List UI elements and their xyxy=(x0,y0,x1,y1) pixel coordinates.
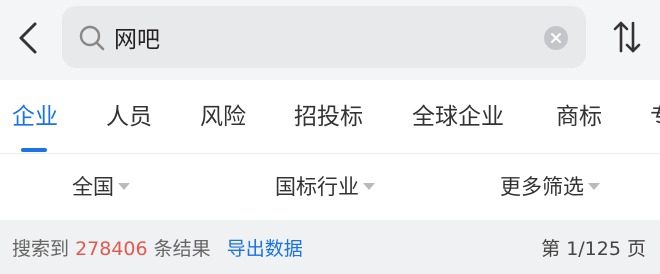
filter-industry[interactable]: 国标行业 xyxy=(275,154,375,220)
clear-search-button[interactable] xyxy=(544,26,568,50)
filter-region[interactable]: 全国 xyxy=(72,154,130,220)
chevron-left-icon xyxy=(19,22,37,54)
tab-patent-partial[interactable]: 专 xyxy=(650,80,660,153)
filter-region-label: 全国 xyxy=(72,175,114,199)
filter-bar: 全国 国标行业 更多筛选 xyxy=(0,154,660,220)
sort-arrows-icon xyxy=(613,21,641,53)
export-data-link[interactable]: 导出数据 xyxy=(227,238,303,260)
search-input[interactable] xyxy=(114,18,534,56)
sort-button[interactable] xyxy=(604,14,650,60)
category-tabs: 企业 人员 风险 招投标 全球企业 商标 专 xyxy=(0,80,660,154)
results-prefix: 搜索到 xyxy=(12,238,70,260)
results-count: 278406 xyxy=(75,238,148,260)
tab-bidding[interactable]: 招投标 xyxy=(294,80,363,153)
tab-people[interactable]: 人员 xyxy=(106,80,152,153)
page-indicator: 第 1/125 页 xyxy=(541,238,646,260)
top-bar xyxy=(0,0,660,80)
chevron-down-icon xyxy=(118,182,130,190)
active-tab-indicator xyxy=(21,148,47,152)
filter-more[interactable]: 更多筛选 xyxy=(500,154,600,220)
results-suffix: 条结果 xyxy=(153,238,211,260)
chevron-down-icon xyxy=(588,182,600,190)
tab-trademark[interactable]: 商标 xyxy=(556,80,602,153)
filter-more-label: 更多筛选 xyxy=(500,175,584,199)
results-summary: 搜索到 278406 条结果 导出数据 第 1/125 页 xyxy=(0,220,660,274)
clear-circle-icon xyxy=(551,33,561,43)
tab-global-enterprise[interactable]: 全球企业 xyxy=(412,80,504,153)
search-icon xyxy=(79,25,105,51)
tab-enterprise[interactable]: 企业 xyxy=(12,80,58,153)
filter-industry-label: 国标行业 xyxy=(275,175,359,199)
search-box[interactable] xyxy=(62,6,586,68)
back-button[interactable] xyxy=(8,14,48,62)
tab-risk[interactable]: 风险 xyxy=(200,80,246,153)
chevron-down-icon xyxy=(363,182,375,190)
